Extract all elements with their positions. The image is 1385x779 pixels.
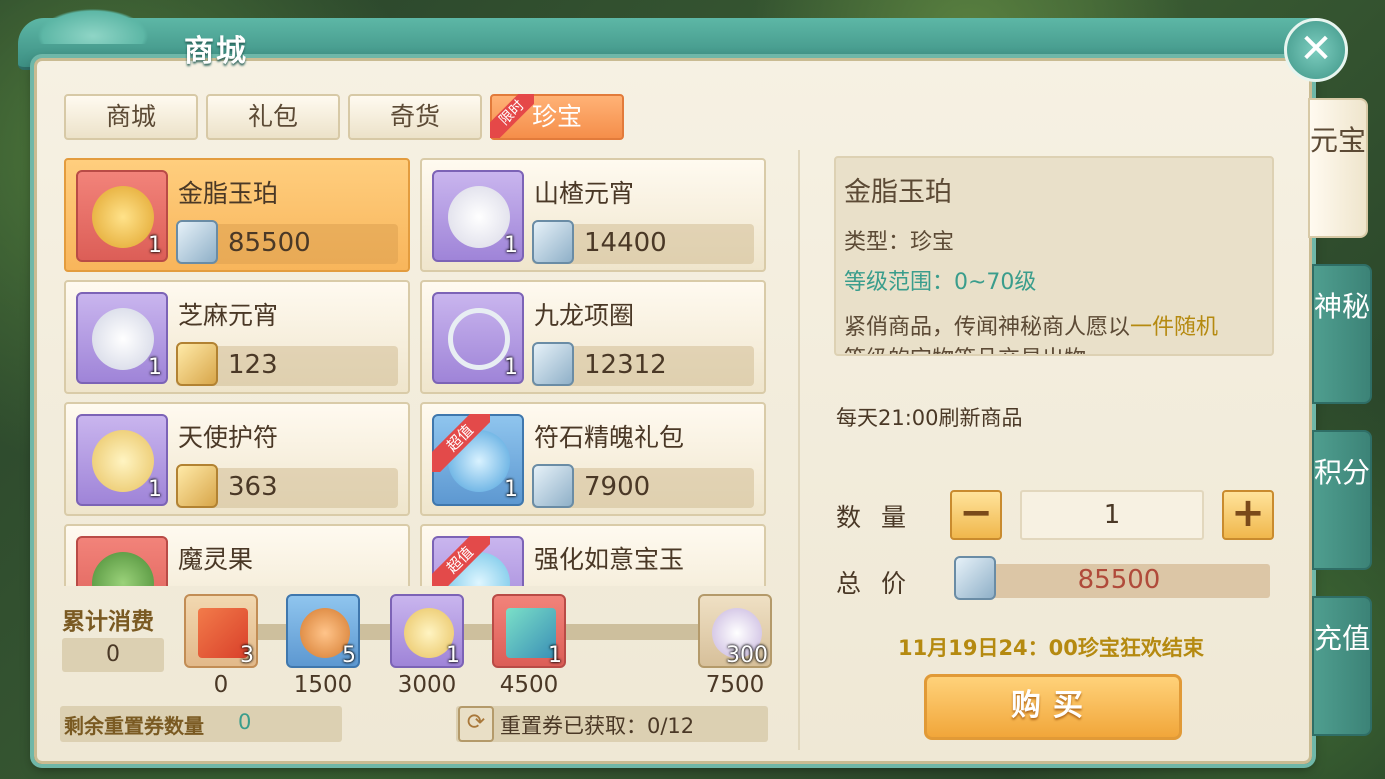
silver-ingot-icon	[532, 464, 574, 508]
milestone-label: 7500	[705, 672, 765, 698]
close-button[interactable]: ✕	[1284, 18, 1348, 82]
item-name: 山楂元宵	[534, 179, 635, 208]
dumpling-bowl-icon	[92, 308, 154, 370]
detail-name: 金脂玉珀	[844, 177, 952, 208]
item-card[interactable]: 魔灵果	[64, 524, 410, 586]
value-badge: 超值	[432, 414, 490, 472]
item-thumbnail: 1	[432, 170, 524, 262]
gold-ingot-icon	[176, 342, 218, 386]
divider	[798, 150, 800, 750]
item-thumbnail: 1	[76, 170, 168, 262]
item-price: 123	[176, 342, 398, 386]
item-name: 魔灵果	[178, 545, 254, 574]
event-end-notice: 11月19日24：00珍宝狂欢结束	[898, 636, 1204, 660]
total-price: 85500	[954, 556, 1270, 600]
item-thumbnail: 超值 1	[432, 414, 524, 506]
side-tab-recharge[interactable]: 充值	[1312, 596, 1372, 736]
item-card[interactable]: 1 芝麻元宵 123	[64, 280, 410, 394]
reward-slot[interactable]: 5	[286, 594, 360, 668]
minus-icon: −	[959, 490, 993, 536]
item-name: 金脂玉珀	[178, 179, 279, 208]
item-thumbnail: 1	[432, 292, 524, 384]
detail-level: 等级范围：0~70级	[844, 270, 1037, 295]
item-name: 九龙项圈	[534, 301, 635, 330]
angel-amulet-icon	[92, 430, 154, 492]
item-price: 7900	[532, 464, 754, 508]
item-card[interactable]: 超值 强化如意宝玉	[420, 524, 766, 586]
milestone-label: 0	[213, 672, 229, 698]
detail-type: 类型：珍宝	[844, 230, 955, 255]
item-name: 芝麻元宵	[178, 301, 279, 330]
plus-icon: +	[1231, 490, 1265, 536]
decrease-button[interactable]: −	[950, 490, 1002, 540]
fruit-icon	[92, 552, 154, 586]
side-tab-points[interactable]: 积分	[1312, 430, 1372, 570]
item-name: 强化如意宝玉	[534, 545, 685, 574]
item-thumbnail: 1	[76, 414, 168, 506]
dumpling-bowl-icon	[448, 186, 510, 248]
tab-rare-goods[interactable]: 奇货	[348, 94, 482, 140]
item-card[interactable]: 1 九龙项圈 12312	[420, 280, 766, 394]
close-icon: ✕	[1299, 26, 1333, 72]
reset-ticket-progress: ⟳ 重置券已获取：0/12	[456, 706, 768, 742]
category-tabs: 商城 礼包 奇货 限时 珍宝	[64, 94, 624, 140]
increase-button[interactable]: +	[1222, 490, 1274, 540]
side-tab-mystery[interactable]: 神秘	[1312, 264, 1372, 404]
value-badge: 超值	[432, 536, 490, 586]
tab-treasure[interactable]: 限时 珍宝	[490, 94, 624, 140]
refresh-notice: 每天21:00刷新商品	[836, 406, 1023, 430]
item-card[interactable]: 1 金脂玉珀 85500	[64, 158, 410, 272]
quantity-input[interactable]: 1	[1020, 490, 1204, 540]
reward-slot[interactable]: 1	[390, 594, 464, 668]
quantity-label: 数量	[836, 503, 927, 532]
item-card[interactable]: 1 山楂元宵 14400	[420, 158, 766, 272]
reset-ticket-count: 剩余重置券数量 0	[60, 706, 342, 742]
cloud-ornament	[28, 4, 158, 44]
amber-icon	[92, 186, 154, 248]
item-price: 85500	[176, 220, 398, 264]
buy-button[interactable]: 购买	[924, 674, 1182, 740]
side-tab-ingot[interactable]: 元宝	[1308, 98, 1368, 238]
item-grid[interactable]: 1 金脂玉珀 85500 1 山楂元宵 14400 1 芝麻元宵 123 1 九…	[64, 158, 768, 586]
item-price: 363	[176, 464, 398, 508]
necklace-icon	[448, 308, 510, 370]
item-thumbnail: 1	[76, 292, 168, 384]
item-name: 天使护符	[178, 423, 279, 452]
milestone-label: 1500	[293, 672, 353, 698]
tab-gift-pack[interactable]: 礼包	[206, 94, 340, 140]
reward-slot[interactable]: 1	[492, 594, 566, 668]
item-detail: 金脂玉珀 类型：珍宝 等级范围：0~70级 紧俏商品，传闻神秘商人愿以一件随机等…	[834, 156, 1274, 356]
refresh-icon[interactable]: ⟳	[458, 706, 494, 742]
silver-ingot-icon	[176, 220, 218, 264]
accumulate-label: 累计消费	[62, 609, 154, 635]
reward-slot[interactable]: 300	[698, 594, 772, 668]
item-card[interactable]: 超值 1 符石精魄礼包 7900	[420, 402, 766, 516]
silver-ingot-icon	[532, 342, 574, 386]
page-title: 商城	[184, 34, 248, 69]
item-thumbnail	[76, 536, 168, 586]
item-price: 14400	[532, 220, 754, 264]
item-name: 符石精魄礼包	[534, 423, 685, 452]
item-card[interactable]: 1 天使护符 363	[64, 402, 410, 516]
total-label: 总价	[836, 569, 927, 598]
tab-treasure-label: 珍宝	[531, 102, 582, 131]
item-price: 12312	[532, 342, 754, 386]
gold-ingot-icon	[176, 464, 218, 508]
limited-ribbon: 限时	[490, 94, 534, 138]
tab-mall[interactable]: 商城	[64, 94, 198, 140]
accumulate-value: 0	[62, 638, 164, 672]
silver-ingot-icon	[532, 220, 574, 264]
milestone-label: 3000	[397, 672, 457, 698]
milestone-label: 4500	[499, 672, 559, 698]
detail-description: 紧俏商品，传闻神秘商人愿以一件随机等级的宝物等品交易出物	[844, 315, 1219, 354]
item-thumbnail: 超值	[432, 536, 524, 586]
reward-slot[interactable]: 3	[184, 594, 258, 668]
